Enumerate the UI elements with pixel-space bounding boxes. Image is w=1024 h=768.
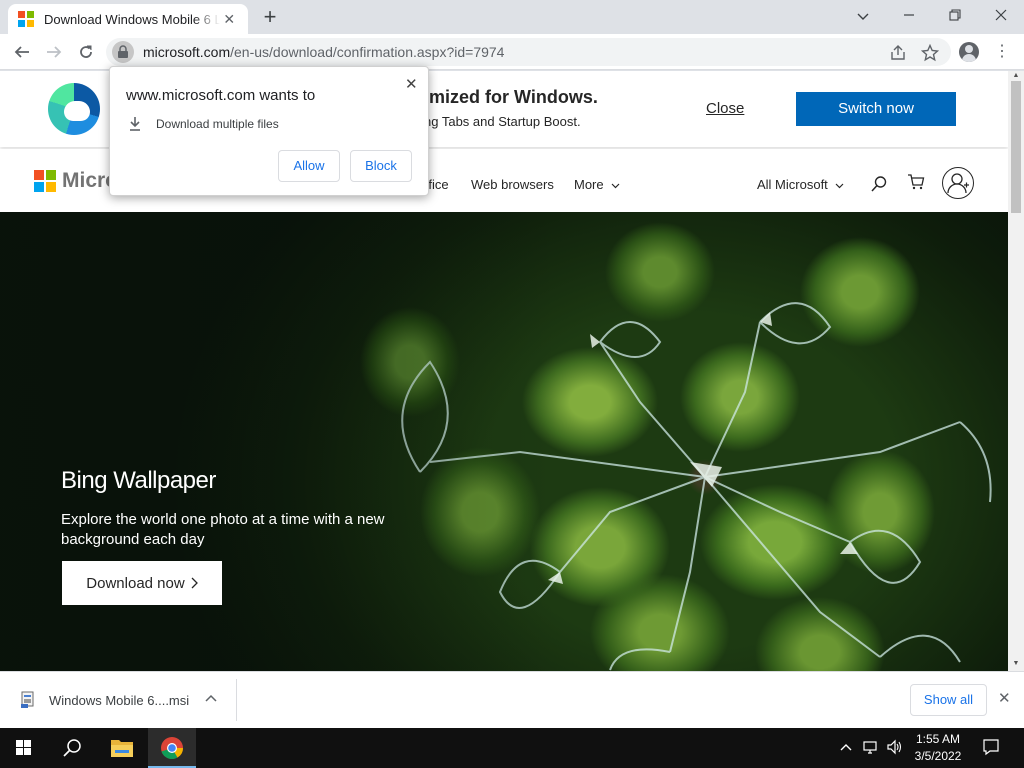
- close-window-button[interactable]: [978, 4, 1024, 28]
- cart-icon[interactable]: [907, 173, 925, 196]
- block-button[interactable]: Block: [350, 150, 412, 182]
- chevron-up-icon[interactable]: [205, 690, 217, 705]
- chevron-down-icon: [611, 183, 620, 188]
- hero-description: Explore the world one photo at a time wi…: [61, 511, 385, 548]
- hero-title: Bing Wallpaper: [61, 467, 216, 494]
- microsoft-logo-icon[interactable]: [34, 170, 56, 192]
- switch-now-button[interactable]: Switch now: [796, 92, 956, 126]
- scrollbar-thumb[interactable]: [1011, 81, 1021, 213]
- browser-toolbar: microsoft.com/en-us/download/confirmatio…: [0, 34, 1024, 70]
- url-path: /en-us/download/confirmation.aspx?id=797…: [230, 44, 505, 60]
- tab-close-icon[interactable]: ✕: [220, 11, 238, 28]
- allow-button[interactable]: Allow: [278, 150, 340, 182]
- restore-button[interactable]: [932, 4, 978, 28]
- new-tab-button[interactable]: +: [256, 6, 284, 30]
- download-permission-popup: www.microsoft.com wants to ✕ Download mu…: [109, 66, 429, 196]
- tab-title: Download Windows Mobile 6 Local: [44, 11, 221, 27]
- nav-more[interactable]: More: [574, 177, 620, 192]
- search-icon[interactable]: [870, 175, 888, 198]
- clock-time: 1:55 AM: [915, 732, 961, 746]
- microsoft-favicon-icon: [18, 11, 34, 27]
- shelf-divider: [236, 679, 237, 721]
- profile-icon[interactable]: [959, 42, 979, 62]
- nav-more-label: More: [574, 177, 604, 192]
- minimize-button[interactable]: [886, 4, 932, 28]
- file-explorer-icon[interactable]: [98, 728, 146, 768]
- close-icon[interactable]: ✕: [998, 689, 1011, 707]
- permission-title: www.microsoft.com wants to: [126, 87, 316, 104]
- start-button[interactable]: [0, 728, 48, 768]
- nav-web-browsers[interactable]: Web browsers: [471, 177, 554, 192]
- url-text[interactable]: microsoft.com/en-us/download/confirmatio…: [143, 44, 504, 60]
- banner-close-link[interactable]: Close: [706, 100, 744, 117]
- close-icon[interactable]: ✕: [405, 75, 418, 93]
- download-now-button[interactable]: Download now: [62, 561, 222, 605]
- scroll-down-arrow-icon[interactable]: ▼: [1008, 659, 1024, 669]
- address-bar[interactable]: microsoft.com/en-us/download/confirmatio…: [106, 38, 951, 66]
- forward-arrow-icon[interactable]: [40, 38, 68, 66]
- tab-strip: Download Windows Mobile 6 Local ✕ +: [0, 0, 1024, 34]
- kebab-menu-icon[interactable]: ⋮: [994, 42, 1010, 62]
- lock-icon[interactable]: [112, 41, 134, 63]
- scroll-up-arrow-icon[interactable]: ▲: [1008, 71, 1024, 81]
- clock-date: 3/5/2022: [914, 749, 962, 763]
- download-now-label: Download now: [86, 574, 185, 592]
- permission-message: Download multiple files: [156, 117, 279, 131]
- tray-chevron-up-icon[interactable]: [840, 739, 852, 754]
- network-icon[interactable]: [862, 739, 880, 758]
- all-microsoft-label: All Microsoft: [757, 177, 828, 192]
- account-icon[interactable]: [942, 167, 974, 199]
- tab-search-chevron-icon[interactable]: [840, 4, 886, 28]
- all-microsoft-menu[interactable]: All Microsoft: [757, 177, 844, 192]
- banner-title: imized for Windows.: [424, 87, 598, 107]
- chevron-right-icon: [191, 577, 198, 589]
- download-shelf: Windows Mobile 6....msi Show all ✕: [0, 671, 1024, 728]
- taskbar-clock[interactable]: 1:55 AM 3/5/2022: [900, 731, 976, 765]
- taskbar-search-icon[interactable]: [48, 728, 96, 768]
- chrome-taskbar-icon[interactable]: [148, 728, 196, 768]
- hero-section: Bing Wallpaper Explore the world one pho…: [0, 212, 1008, 671]
- share-icon[interactable]: [889, 44, 907, 62]
- download-icon: [130, 117, 140, 131]
- show-all-button[interactable]: Show all: [910, 684, 987, 716]
- url-host: microsoft.com: [143, 44, 231, 60]
- windows-taskbar: 1:55 AM 3/5/2022: [0, 728, 1024, 768]
- star-icon[interactable]: [920, 43, 940, 62]
- browser-tab[interactable]: Download Windows Mobile 6 Local ✕: [8, 4, 248, 34]
- notifications-icon[interactable]: [982, 738, 1000, 759]
- edge-logo-icon: [48, 83, 100, 135]
- download-item[interactable]: Windows Mobile 6....msi: [49, 693, 189, 708]
- banner-subtitle: ng Tabs and Startup Boost.: [424, 114, 581, 129]
- page-scrollbar[interactable]: ▲ ▼: [1008, 71, 1024, 671]
- installer-file-icon: [21, 691, 34, 708]
- back-arrow-icon[interactable]: [8, 38, 36, 66]
- reload-icon[interactable]: [72, 38, 100, 66]
- chevron-down-icon: [835, 183, 844, 188]
